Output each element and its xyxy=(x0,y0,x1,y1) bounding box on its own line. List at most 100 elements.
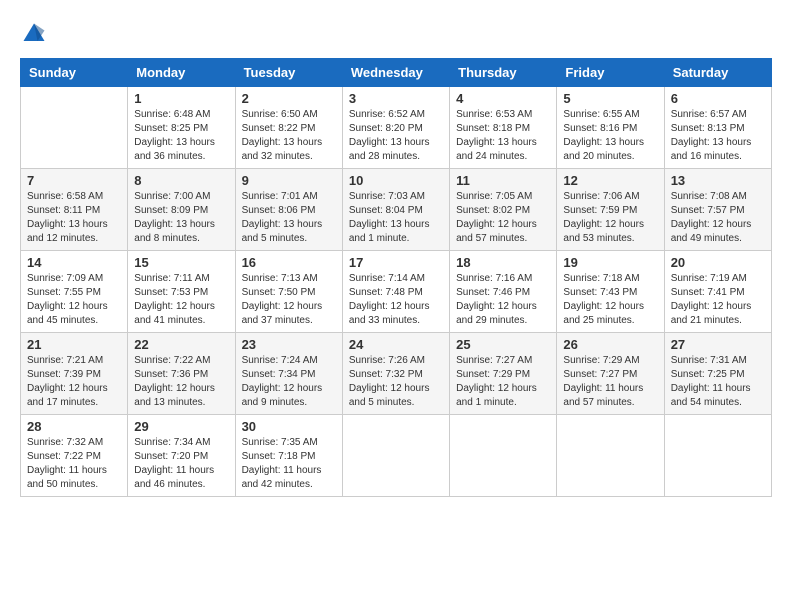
calendar-cell: 12Sunrise: 7:06 AM Sunset: 7:59 PM Dayli… xyxy=(557,169,664,251)
calendar-cell: 24Sunrise: 7:26 AM Sunset: 7:32 PM Dayli… xyxy=(342,333,449,415)
day-info: Sunrise: 7:34 AM Sunset: 7:20 PM Dayligh… xyxy=(134,436,228,492)
day-number: 3 xyxy=(349,91,443,106)
day-info: Sunrise: 7:27 AM Sunset: 7:29 PM Dayligh… xyxy=(456,354,550,410)
day-number: 12 xyxy=(563,173,657,188)
day-info: Sunrise: 7:08 AM Sunset: 7:57 PM Dayligh… xyxy=(671,190,765,246)
day-number: 14 xyxy=(27,255,121,270)
day-info: Sunrise: 7:31 AM Sunset: 7:25 PM Dayligh… xyxy=(671,354,765,410)
day-header: Monday xyxy=(128,59,235,87)
calendar-cell: 29 Sunrise: 7:34 AM Sunset: 7:20 PM Dayli… xyxy=(128,415,235,497)
calendar-cell: 22 Sunrise: 7:22 AM Sunset: 7:36 PM Dayli… xyxy=(128,333,235,415)
calendar-cell: 14 Sunrise: 7:09 AM Sunset: 7:55 PM Dayli… xyxy=(21,251,128,333)
calendar-cell: 10 Sunrise: 7:03 AM Sunset: 8:04 PM Dayli… xyxy=(342,169,449,251)
day-header: Tuesday xyxy=(235,59,342,87)
week-row: 21 Sunrise: 7:21 AM Sunset: 7:39 PM Dayli… xyxy=(21,333,772,415)
day-info: Sunrise: 7:21 AM Sunset: 7:39 PM Dayligh… xyxy=(27,354,121,410)
logo-icon xyxy=(20,20,48,48)
day-number: 19 xyxy=(563,255,657,270)
calendar-cell: 23Sunrise: 7:24 AM Sunset: 7:34 PM Dayli… xyxy=(235,333,342,415)
day-number: 28 xyxy=(27,419,121,434)
day-number: 2 xyxy=(242,91,336,106)
day-number: 8 xyxy=(134,173,228,188)
day-number: 11 xyxy=(456,173,550,188)
day-info: Sunrise: 7:14 AM Sunset: 7:48 PM Dayligh… xyxy=(349,272,443,328)
day-info: Sunrise: 6:50 AM Sunset: 8:22 PM Dayligh… xyxy=(242,108,336,164)
calendar-cell: 9 Sunrise: 7:01 AM Sunset: 8:06 PM Daylig… xyxy=(235,169,342,251)
week-row: 1Sunrise: 6:48 AM Sunset: 8:25 PM Daylig… xyxy=(21,87,772,169)
week-row: 7 Sunrise: 6:58 AM Sunset: 8:11 PM Daylig… xyxy=(21,169,772,251)
day-info: Sunrise: 6:53 AM Sunset: 8:18 PM Dayligh… xyxy=(456,108,550,164)
day-info: Sunrise: 6:57 AM Sunset: 8:13 PM Dayligh… xyxy=(671,108,765,164)
calendar-cell: 28 Sunrise: 7:32 AM Sunset: 7:22 PM Dayli… xyxy=(21,415,128,497)
calendar-cell: 2 Sunrise: 6:50 AM Sunset: 8:22 PM Daylig… xyxy=(235,87,342,169)
calendar-cell xyxy=(342,415,449,497)
calendar-cell: 19 Sunrise: 7:18 AM Sunset: 7:43 PM Dayli… xyxy=(557,251,664,333)
day-number: 26 xyxy=(563,337,657,352)
day-info: Sunrise: 7:01 AM Sunset: 8:06 PM Dayligh… xyxy=(242,190,336,246)
day-number: 16 xyxy=(242,255,336,270)
calendar-cell xyxy=(450,415,557,497)
day-number: 5 xyxy=(563,91,657,106)
day-number: 24 xyxy=(349,337,443,352)
calendar-header-row: SundayMondayTuesdayWednesdayThursdayFrid… xyxy=(21,59,772,87)
day-header: Sunday xyxy=(21,59,128,87)
day-header: Friday xyxy=(557,59,664,87)
day-info: Sunrise: 7:22 AM Sunset: 7:36 PM Dayligh… xyxy=(134,354,228,410)
day-info: Sunrise: 7:09 AM Sunset: 7:55 PM Dayligh… xyxy=(27,272,121,328)
week-row: 14 Sunrise: 7:09 AM Sunset: 7:55 PM Dayli… xyxy=(21,251,772,333)
day-number: 10 xyxy=(349,173,443,188)
calendar-cell: 21 Sunrise: 7:21 AM Sunset: 7:39 PM Dayli… xyxy=(21,333,128,415)
day-info: Sunrise: 6:58 AM Sunset: 8:11 PM Dayligh… xyxy=(27,190,121,246)
calendar-table: SundayMondayTuesdayWednesdayThursdayFrid… xyxy=(20,58,772,497)
day-number: 20 xyxy=(671,255,765,270)
calendar-cell: 17Sunrise: 7:14 AM Sunset: 7:48 PM Dayli… xyxy=(342,251,449,333)
day-number: 7 xyxy=(27,173,121,188)
day-number: 6 xyxy=(671,91,765,106)
calendar-cell: 30 Sunrise: 7:35 AM Sunset: 7:18 PM Dayli… xyxy=(235,415,342,497)
day-number: 30 xyxy=(242,419,336,434)
logo xyxy=(20,20,52,48)
calendar-cell: 6 Sunrise: 6:57 AM Sunset: 8:13 PM Daylig… xyxy=(664,87,771,169)
calendar-cell: 5 Sunrise: 6:55 AM Sunset: 8:16 PM Daylig… xyxy=(557,87,664,169)
calendar-cell: 25 Sunrise: 7:27 AM Sunset: 7:29 PM Dayli… xyxy=(450,333,557,415)
day-info: Sunrise: 7:32 AM Sunset: 7:22 PM Dayligh… xyxy=(27,436,121,492)
day-number: 15 xyxy=(134,255,228,270)
day-header: Saturday xyxy=(664,59,771,87)
calendar-cell: 18Sunrise: 7:16 AM Sunset: 7:46 PM Dayli… xyxy=(450,251,557,333)
day-number: 22 xyxy=(134,337,228,352)
day-number: 29 xyxy=(134,419,228,434)
day-header: Wednesday xyxy=(342,59,449,87)
day-number: 21 xyxy=(27,337,121,352)
day-number: 4 xyxy=(456,91,550,106)
day-info: Sunrise: 6:55 AM Sunset: 8:16 PM Dayligh… xyxy=(563,108,657,164)
day-number: 9 xyxy=(242,173,336,188)
day-info: Sunrise: 7:16 AM Sunset: 7:46 PM Dayligh… xyxy=(456,272,550,328)
day-info: Sunrise: 7:03 AM Sunset: 8:04 PM Dayligh… xyxy=(349,190,443,246)
calendar-cell: 27Sunrise: 7:31 AM Sunset: 7:25 PM Dayli… xyxy=(664,333,771,415)
day-number: 13 xyxy=(671,173,765,188)
day-info: Sunrise: 7:24 AM Sunset: 7:34 PM Dayligh… xyxy=(242,354,336,410)
calendar-cell: 8 Sunrise: 7:00 AM Sunset: 8:09 PM Daylig… xyxy=(128,169,235,251)
page-header xyxy=(20,20,772,48)
day-info: Sunrise: 7:35 AM Sunset: 7:18 PM Dayligh… xyxy=(242,436,336,492)
calendar-cell xyxy=(21,87,128,169)
calendar-cell: 15 Sunrise: 7:11 AM Sunset: 7:53 PM Dayli… xyxy=(128,251,235,333)
calendar-cell: 26 Sunrise: 7:29 AM Sunset: 7:27 PM Dayli… xyxy=(557,333,664,415)
day-info: Sunrise: 7:05 AM Sunset: 8:02 PM Dayligh… xyxy=(456,190,550,246)
calendar-cell xyxy=(557,415,664,497)
day-info: Sunrise: 7:00 AM Sunset: 8:09 PM Dayligh… xyxy=(134,190,228,246)
day-number: 25 xyxy=(456,337,550,352)
day-info: Sunrise: 7:29 AM Sunset: 7:27 PM Dayligh… xyxy=(563,354,657,410)
calendar-cell: 11 Sunrise: 7:05 AM Sunset: 8:02 PM Dayli… xyxy=(450,169,557,251)
day-info: Sunrise: 7:13 AM Sunset: 7:50 PM Dayligh… xyxy=(242,272,336,328)
day-info: Sunrise: 7:11 AM Sunset: 7:53 PM Dayligh… xyxy=(134,272,228,328)
week-row: 28 Sunrise: 7:32 AM Sunset: 7:22 PM Dayli… xyxy=(21,415,772,497)
calendar-cell xyxy=(664,415,771,497)
calendar-cell: 7 Sunrise: 6:58 AM Sunset: 8:11 PM Daylig… xyxy=(21,169,128,251)
day-info: Sunrise: 7:18 AM Sunset: 7:43 PM Dayligh… xyxy=(563,272,657,328)
day-info: Sunrise: 6:52 AM Sunset: 8:20 PM Dayligh… xyxy=(349,108,443,164)
calendar-cell: 13 Sunrise: 7:08 AM Sunset: 7:57 PM Dayli… xyxy=(664,169,771,251)
calendar-cell: 3 Sunrise: 6:52 AM Sunset: 8:20 PM Daylig… xyxy=(342,87,449,169)
day-info: Sunrise: 6:48 AM Sunset: 8:25 PM Dayligh… xyxy=(134,108,228,164)
calendar-cell: 4 Sunrise: 6:53 AM Sunset: 8:18 PM Daylig… xyxy=(450,87,557,169)
